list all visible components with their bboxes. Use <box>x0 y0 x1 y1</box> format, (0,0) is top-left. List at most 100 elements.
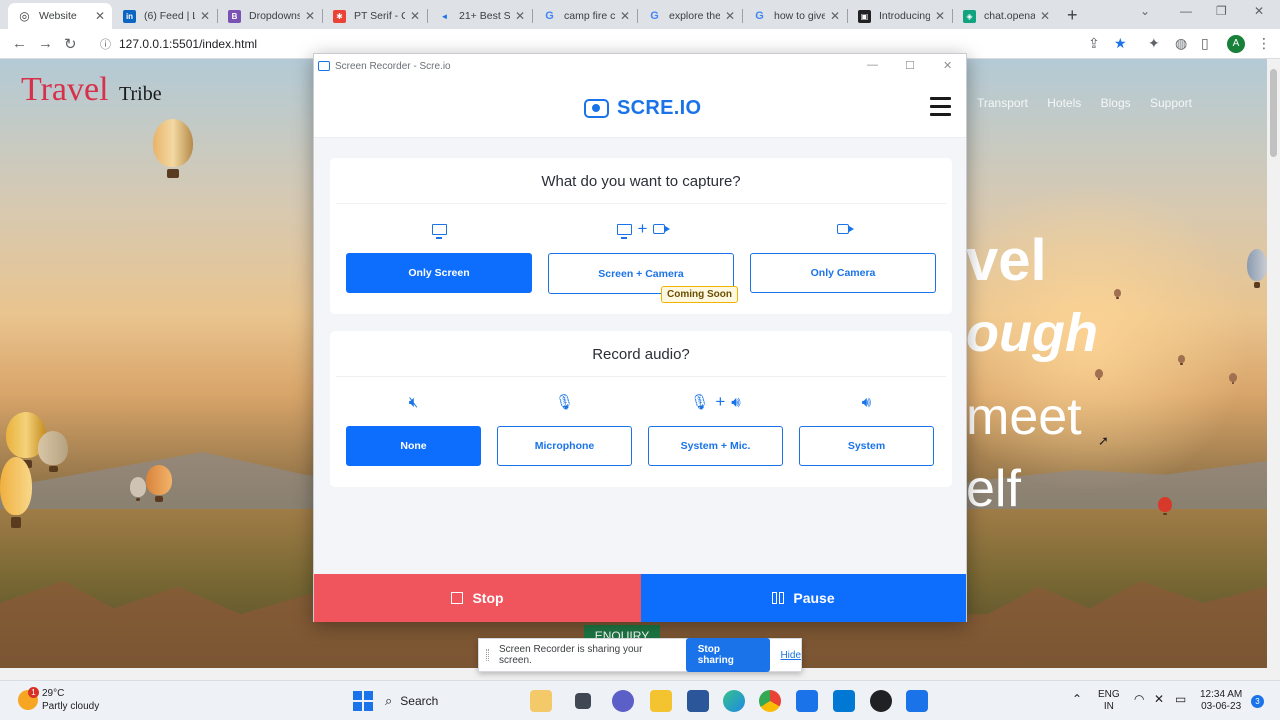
hero-line-4: elf <box>966 460 1021 518</box>
close-icon[interactable]: ✕ <box>934 9 946 23</box>
close-icon[interactable]: ✕ <box>409 9 421 23</box>
tab-google-fonts[interactable]: ✱ PT Serif - Google Fonts ✕ <box>323 3 427 29</box>
stop-sharing-button[interactable]: Stop sharing <box>685 638 771 672</box>
reload-icon[interactable]: ↻ <box>64 35 77 53</box>
share-icon[interactable]: ⇪ <box>1088 35 1100 52</box>
nav-link-hotels[interactable]: Hotels <box>1047 96 1081 110</box>
language-indicator[interactable]: ENG IN <box>1098 689 1120 713</box>
stop-button[interactable]: Stop <box>314 574 641 622</box>
close-icon[interactable]: ✕ <box>724 9 736 23</box>
sharing-message: Screen Recorder is sharing your screen. <box>499 644 643 666</box>
address-bar[interactable]: ⓘ 127.0.0.1:5501/index.html <box>100 36 257 52</box>
battery-icon[interactable]: ▭ <box>1175 692 1186 706</box>
media-icon[interactable]: ◍ <box>1175 35 1187 52</box>
capture-option-screen: Only Screen <box>346 218 532 293</box>
tab-website[interactable]: ◎ Website ✕ <box>8 3 112 29</box>
taskbar-search[interactable]: ⌕ Search <box>385 690 525 712</box>
extensions-icon[interactable]: ✦ <box>1148 35 1160 52</box>
tab-slider[interactable]: ◄ 21+ Best Slider ✕ <box>428 3 532 29</box>
balloon <box>0 457 32 528</box>
brand-main: Travel <box>21 71 109 108</box>
vertical-scrollbar[interactable] <box>1267 59 1280 668</box>
nav-link-transport[interactable]: Transport <box>977 96 1028 110</box>
hero-line-2: ough <box>966 303 1098 363</box>
volume-muted-icon[interactable]: ✕ <box>1154 692 1164 706</box>
tab-label: camp fire c <box>564 10 615 22</box>
tray-chevron-icon[interactable]: ⌃ <box>1072 692 1082 706</box>
chrome-icon[interactable] <box>759 690 781 712</box>
widgets-icon[interactable] <box>530 690 552 712</box>
restore-icon[interactable]: ❐ <box>1216 4 1227 18</box>
only-camera-button[interactable]: Only Camera <box>750 253 936 293</box>
close-icon[interactable]: ✕ <box>1039 9 1051 23</box>
recorder-titlebar[interactable]: Screen Recorder - Scre.io — ☐ ✕ <box>314 54 966 78</box>
new-tab-button[interactable]: + <box>1067 5 1078 26</box>
balloon <box>38 431 68 473</box>
none-button[interactable]: None <box>346 426 481 466</box>
only-screen-button[interactable]: Only Screen <box>346 253 532 293</box>
microphone-button[interactable]: Microphone <box>497 426 632 466</box>
nav-link-support[interactable]: Support <box>1150 96 1192 110</box>
tab-chatgpt[interactable]: ◈ chat.openai ✕ <box>953 3 1057 29</box>
minimize-icon[interactable]: — <box>867 59 878 71</box>
edge-icon[interactable] <box>723 690 745 712</box>
store-icon[interactable] <box>687 690 709 712</box>
balloon <box>1247 249 1267 289</box>
forward-icon[interactable]: → <box>38 35 53 52</box>
media-player-icon[interactable] <box>870 690 892 712</box>
arrow-icon: ◄ <box>440 11 449 21</box>
tab-label: Website <box>39 10 77 22</box>
scroll-thumb[interactable] <box>1270 69 1277 157</box>
weather-widget[interactable]: 1 29°C Partly cloudy <box>18 687 99 713</box>
pause-button[interactable]: Pause <box>641 574 966 622</box>
speaker-icon: 🔊︎ <box>861 393 872 411</box>
bookmark-star-icon[interactable]: ★ <box>1114 35 1127 52</box>
tab-label: Dropdowns <box>249 10 300 22</box>
close-icon[interactable]: ✕ <box>619 9 631 23</box>
tab-introducing[interactable]: ▣ Introducing ✕ <box>848 3 952 29</box>
site-brand[interactable]: Travel Tribe <box>21 71 162 109</box>
mail-icon[interactable] <box>796 690 818 712</box>
tab-google-search-1[interactable]: G camp fire c ✕ <box>533 3 637 29</box>
tab-google-search-3[interactable]: G how to give ✕ <box>743 3 847 29</box>
notification-badge[interactable]: 3 <box>1251 695 1264 708</box>
tab-dropdowns[interactable]: B Dropdowns ✕ <box>218 3 322 29</box>
tab-google-search-2[interactable]: G explore the ✕ <box>638 3 742 29</box>
close-icon[interactable]: ✕ <box>199 9 211 23</box>
file-explorer-icon[interactable] <box>650 690 672 712</box>
chat-icon[interactable] <box>612 690 634 712</box>
info-icon[interactable]: ⓘ <box>100 39 111 51</box>
hide-link[interactable]: Hide <box>780 650 801 661</box>
balloon <box>1178 355 1185 365</box>
system-button[interactable]: System <box>799 426 934 466</box>
nav-link-blogs[interactable]: Blogs <box>1101 96 1131 110</box>
globe-icon: ◎ <box>19 9 30 23</box>
maximize-icon[interactable]: ☐ <box>905 59 915 72</box>
bootstrap-icon: B <box>228 9 241 23</box>
minimize-icon[interactable]: — <box>1180 4 1192 18</box>
time: 12:34 AM <box>1200 689 1243 700</box>
tab-linkedin[interactable]: in (6) Feed | LinkedIn ✕ <box>113 3 217 29</box>
vscode-icon[interactable] <box>833 690 855 712</box>
close-icon[interactable]: ✕ <box>304 9 316 23</box>
close-window-icon[interactable]: ✕ <box>1254 4 1264 18</box>
profile-avatar[interactable]: A <box>1227 35 1245 53</box>
wifi-icon[interactable]: ◠ <box>1134 692 1144 706</box>
clock[interactable]: 12:34 AM 03-06-23 <box>1200 689 1242 713</box>
close-icon[interactable]: ✕ <box>829 9 841 23</box>
google-icon: G <box>650 10 659 22</box>
balloon <box>130 477 146 502</box>
close-icon[interactable]: ✕ <box>943 59 952 72</box>
back-icon[interactable]: ← <box>12 35 27 52</box>
hamburger-menu-icon[interactable] <box>930 97 951 121</box>
windows-start-icon[interactable] <box>353 691 373 711</box>
drag-handle[interactable] <box>486 649 489 661</box>
system-mic-button[interactable]: System + Mic. <box>648 426 783 466</box>
close-icon[interactable]: ✕ <box>514 9 526 23</box>
close-icon[interactable]: ✕ <box>94 9 106 23</box>
task-view-icon[interactable] <box>575 693 591 709</box>
chevron-down-icon[interactable]: ⌄ <box>1140 4 1150 18</box>
screen-recorder-taskbar-icon[interactable] <box>906 690 928 712</box>
sidepanel-icon[interactable]: ▯ <box>1201 35 1209 52</box>
menu-dots-icon[interactable]: ⋮ <box>1257 35 1271 52</box>
